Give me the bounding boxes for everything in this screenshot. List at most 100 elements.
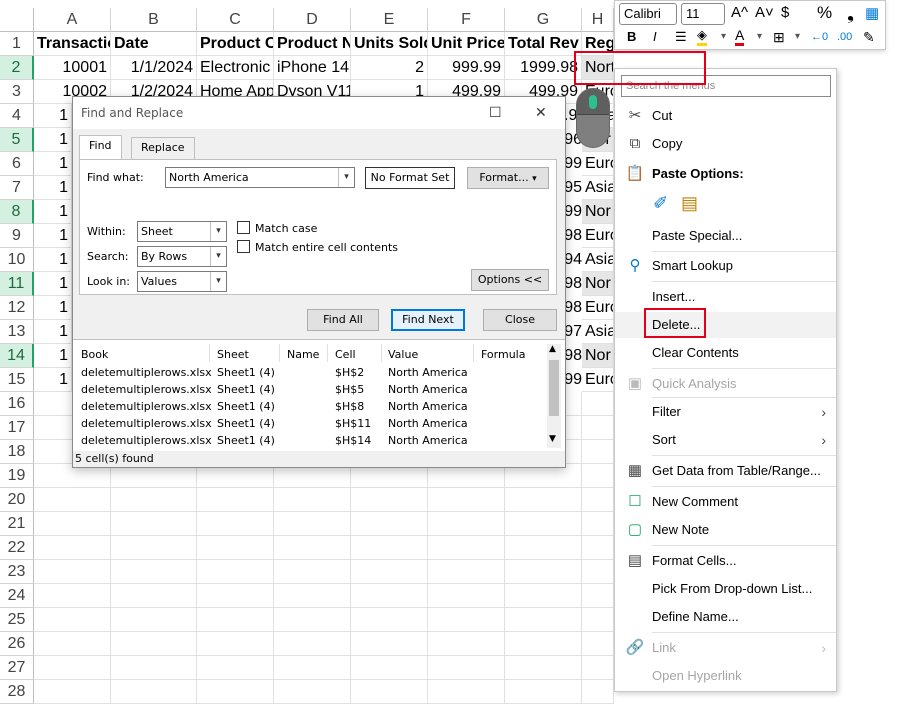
cell-empty[interactable] xyxy=(582,584,614,608)
column-header-h[interactable]: H xyxy=(582,8,614,32)
scroll-up-icon[interactable]: ▲ xyxy=(549,344,556,354)
currency-icon[interactable]: $ xyxy=(781,3,789,23)
column-header-c[interactable]: C xyxy=(197,8,274,32)
cell-e2[interactable]: 2 xyxy=(351,56,428,80)
cell-g10[interactable]: 94 xyxy=(564,248,582,272)
cell-a13[interactable]: 1 xyxy=(34,320,72,344)
cell-empty[interactable] xyxy=(505,608,582,632)
cell-empty[interactable] xyxy=(197,680,274,704)
cell-empty[interactable] xyxy=(582,632,614,656)
cell-empty[interactable] xyxy=(111,560,197,584)
chevron-down-icon[interactable]: ▾ xyxy=(210,272,226,291)
cell-empty[interactable] xyxy=(582,656,614,680)
cell-g15[interactable]: 99 xyxy=(564,368,582,392)
cell-empty[interactable] xyxy=(274,656,351,680)
cell-empty[interactable] xyxy=(428,584,505,608)
cell-empty[interactable] xyxy=(274,488,351,512)
cell-g12[interactable]: 98 xyxy=(564,296,582,320)
percent-icon[interactable]: % xyxy=(817,3,832,23)
cell-empty[interactable] xyxy=(582,608,614,632)
cell-empty[interactable] xyxy=(351,656,428,680)
cell-g7[interactable]: 95 xyxy=(564,176,582,200)
cell-h12[interactable]: Euro xyxy=(582,296,614,320)
cell-empty[interactable] xyxy=(111,488,197,512)
column-header-f[interactable]: F xyxy=(428,8,505,32)
cell-d1[interactable]: Product N xyxy=(274,32,351,56)
column-header-b[interactable]: B xyxy=(111,8,197,32)
results-list[interactable]: Book Sheet Name Cell Value Formula delet… xyxy=(73,339,565,451)
cell-empty[interactable] xyxy=(428,560,505,584)
cell-h11[interactable]: Nor xyxy=(582,272,614,296)
row-header-2[interactable]: 2 xyxy=(0,56,34,80)
menu-item-smart-lookup[interactable]: ⚲ Smart Lookup xyxy=(615,253,836,279)
row-header-5[interactable]: 5 xyxy=(0,128,34,152)
row-header-8[interactable]: 8 xyxy=(0,200,34,224)
row-header-15[interactable]: 15 xyxy=(0,368,34,392)
cell-g14[interactable]: 98 xyxy=(564,344,582,368)
cell-a8[interactable]: 1 xyxy=(34,200,72,224)
column-header-g[interactable]: G xyxy=(505,8,582,32)
cell-empty[interactable] xyxy=(505,632,582,656)
cell-empty[interactable] xyxy=(428,536,505,560)
row-header-12[interactable]: 12 xyxy=(0,296,34,320)
cell-d2[interactable]: iPhone 14 xyxy=(274,56,351,80)
tab-find[interactable]: Find xyxy=(79,135,122,159)
cell-empty[interactable] xyxy=(582,512,614,536)
maximize-icon[interactable]: ☐ xyxy=(489,105,502,121)
row-header-23[interactable]: 23 xyxy=(0,560,34,584)
cell-empty[interactable] xyxy=(582,680,614,704)
cell-empty[interactable] xyxy=(111,656,197,680)
row-header-18[interactable]: 18 xyxy=(0,440,34,464)
font-color-dropdown-icon[interactable]: ▾ xyxy=(757,27,762,47)
grow-font-icon[interactable]: A^ xyxy=(731,3,748,23)
cell-a5[interactable]: 1 xyxy=(34,128,72,152)
cell-empty[interactable] xyxy=(505,656,582,680)
col-formula[interactable]: Formula xyxy=(481,348,525,361)
cell-empty[interactable] xyxy=(34,608,111,632)
cell-a10[interactable]: 1 xyxy=(34,248,72,272)
increase-decimal-icon[interactable]: .00 xyxy=(837,27,852,47)
format-button[interactable]: Format... ▾ xyxy=(467,167,549,189)
cell-empty[interactable] xyxy=(34,584,111,608)
menu-item-new-comment[interactable]: ☐ New Comment xyxy=(615,489,836,515)
cell-empty[interactable] xyxy=(505,536,582,560)
cell-empty[interactable] xyxy=(351,536,428,560)
cell-empty[interactable] xyxy=(197,560,274,584)
cell-c2[interactable]: Electronic xyxy=(197,56,274,80)
format-table-icon[interactable]: ▦ xyxy=(865,4,879,24)
find-what-input[interactable]: North America ▾ xyxy=(165,167,355,188)
cell-empty[interactable] xyxy=(428,488,505,512)
cell-empty[interactable] xyxy=(505,584,582,608)
decrease-decimal-icon[interactable]: ←0 xyxy=(811,27,828,47)
lookin-select[interactable]: Values ▾ xyxy=(137,271,227,292)
menu-item-copy[interactable]: ⧉ Copy xyxy=(615,131,836,157)
match-case-checkbox[interactable] xyxy=(237,221,250,234)
font-name-box[interactable]: Calibri xyxy=(619,3,677,25)
scroll-down-icon[interactable]: ▼ xyxy=(549,434,556,444)
cell-empty[interactable] xyxy=(505,512,582,536)
cell-empty[interactable] xyxy=(582,440,614,464)
font-color-icon[interactable]: A xyxy=(735,27,745,46)
cell-a6[interactable]: 1 xyxy=(34,152,72,176)
cell-empty[interactable] xyxy=(34,632,111,656)
cell-g2[interactable]: 1999.98 xyxy=(505,56,582,80)
cell-empty[interactable] xyxy=(111,584,197,608)
scroll-thumb[interactable] xyxy=(549,360,559,416)
row-header-7[interactable]: 7 xyxy=(0,176,34,200)
row-header-22[interactable]: 22 xyxy=(0,536,34,560)
cell-c1[interactable]: Product C xyxy=(197,32,274,56)
cell-a15[interactable]: 1 xyxy=(34,368,72,392)
row-header-21[interactable]: 21 xyxy=(0,512,34,536)
row-header-27[interactable]: 27 xyxy=(0,656,34,680)
close-button[interactable]: Close xyxy=(483,309,557,331)
cell-h15[interactable]: Euro xyxy=(582,368,614,392)
italic-icon[interactable]: I xyxy=(653,27,657,47)
within-select[interactable]: Sheet ▾ xyxy=(137,221,227,242)
cell-empty[interactable] xyxy=(197,512,274,536)
cell-empty[interactable] xyxy=(582,464,614,488)
cell-h14[interactable]: Nor xyxy=(582,344,614,368)
match-entire-checkbox[interactable] xyxy=(237,240,250,253)
menu-item-cut[interactable]: ✂ Cut xyxy=(615,103,836,129)
row-header-1[interactable]: 1 xyxy=(0,32,34,56)
cell-empty[interactable] xyxy=(197,488,274,512)
